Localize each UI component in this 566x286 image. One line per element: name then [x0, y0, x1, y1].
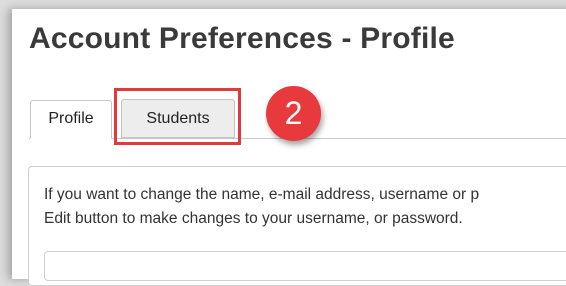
tab-profile[interactable]: Profile	[30, 100, 112, 139]
tab-students[interactable]: Students	[121, 99, 235, 138]
profile-info-text: If you want to change the name, e-mail a…	[44, 183, 566, 231]
info-line-1: If you want to change the name, e-mail a…	[44, 186, 480, 203]
info-line-2: Edit button to make changes to your user…	[44, 210, 463, 227]
profile-details-box	[44, 251, 566, 281]
step-number-badge: 2	[266, 86, 321, 141]
page-title: Account Preferences - Profile	[29, 22, 455, 55]
